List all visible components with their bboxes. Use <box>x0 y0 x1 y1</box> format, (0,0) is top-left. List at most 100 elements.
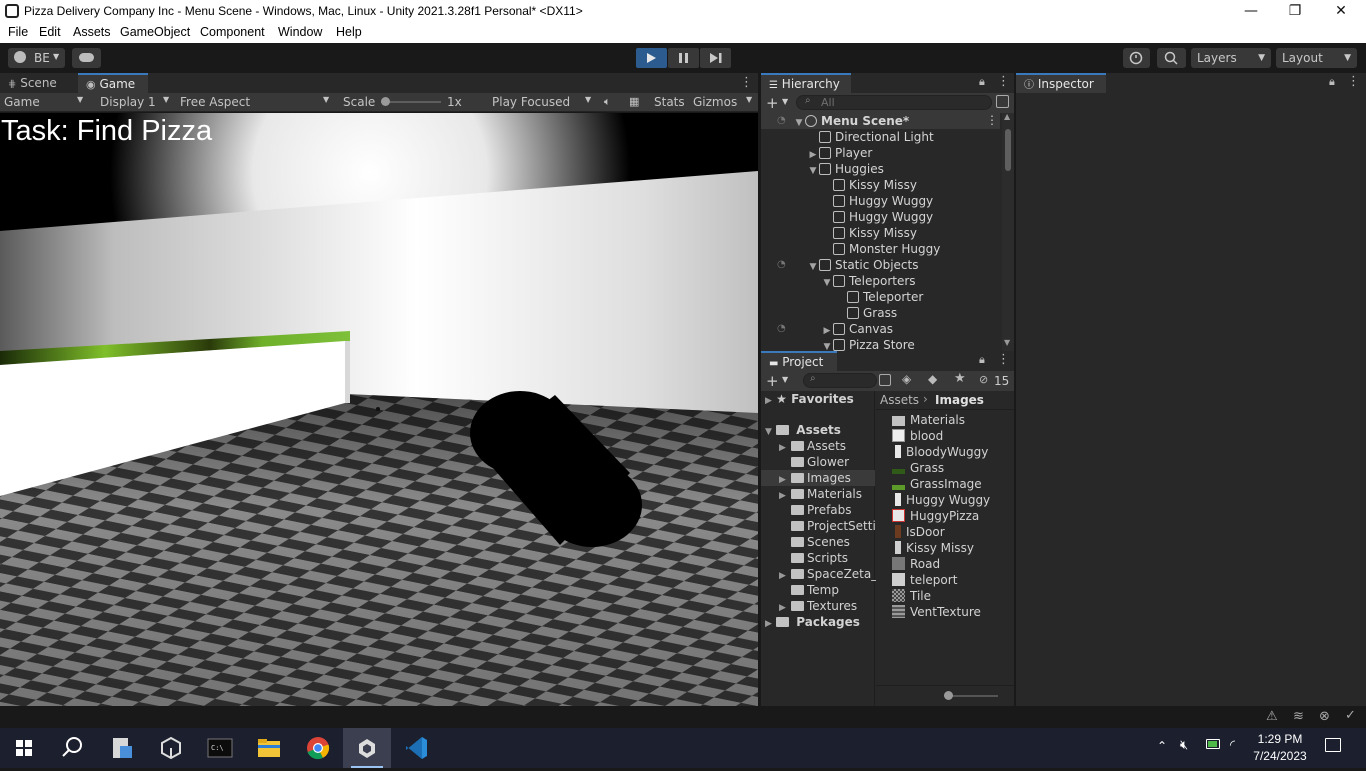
hierarchy-item[interactable]: Monster Huggy <box>821 241 940 257</box>
hierarchy-item[interactable]: ▼ Menu Scene* <box>793 113 910 131</box>
folder-item[interactable]: ▶ SpaceZeta_ <box>761 566 877 582</box>
battery-icon[interactable] <box>1206 739 1220 749</box>
hierarchy-item[interactable]: ▼ Static Objects <box>807 257 919 275</box>
hidden-packages-icon[interactable]: ⊘ <box>979 373 988 386</box>
search-by-type-icon[interactable] <box>879 374 891 386</box>
layers-stack-icon[interactable]: ≋ <box>1293 709 1304 724</box>
folder-item[interactable]: Glower <box>761 454 875 470</box>
step-button[interactable] <box>700 48 731 68</box>
filter-icon[interactable] <box>996 95 1009 108</box>
start-button[interactable] <box>0 728 48 768</box>
asset-item[interactable]: Huggy Wuggy <box>892 492 990 508</box>
tab-inspector[interactable]: ⓘ Inspector <box>1016 73 1106 93</box>
breadcrumb-assets[interactable]: Assets <box>880 393 919 407</box>
menu-window[interactable]: Window <box>278 25 322 39</box>
aspect-dropdown[interactable]: Free Aspect <box>180 95 250 109</box>
lock-icon[interactable]: 🔒︎ <box>979 75 985 89</box>
taskbar-file-app[interactable] <box>98 728 146 768</box>
tab-hierarchy[interactable]: ☰ Hierarchy <box>761 73 851 93</box>
expand-down-icon[interactable]: ▼ <box>807 163 819 179</box>
show-hidden-icons-icon[interactable]: ⌃ <box>1157 739 1167 753</box>
stats-button[interactable]: Stats <box>654 95 685 109</box>
packages-row[interactable]: ▶ Packages <box>765 614 860 630</box>
tab-project[interactable]: ▬ Project <box>761 351 837 371</box>
hierarchy-item[interactable]: Grass <box>835 305 897 321</box>
folder-item[interactable]: Scenes <box>761 534 875 550</box>
label-icon[interactable]: ◆ <box>928 372 937 386</box>
folder-item[interactable]: Temp <box>761 582 875 598</box>
check-icon[interactable]: ✓ <box>1345 708 1356 723</box>
debug-icon[interactable]: ⚠︎ <box>1266 709 1278 724</box>
asset-item[interactable]: Road <box>892 556 940 572</box>
search-button[interactable] <box>1157 48 1186 68</box>
more-options-icon[interactable]: ⋮ <box>740 75 753 90</box>
asset-item[interactable]: BloodyWuggy <box>892 444 988 460</box>
expand-down-icon[interactable]: ▼ <box>793 115 805 131</box>
more-options-icon[interactable]: ⋮ <box>997 74 1010 89</box>
asset-item[interactable]: teleport <box>892 572 957 588</box>
lock-icon[interactable]: 🔒︎ <box>1329 75 1335 89</box>
folder-item[interactable]: ▶ Images <box>761 470 875 486</box>
taskbar-vscode[interactable] <box>392 728 440 768</box>
add-icon[interactable]: + <box>766 372 779 390</box>
taskbar-time[interactable]: 1:29 PM <box>1250 732 1310 746</box>
hierarchy-item[interactable]: ▼ Huggies <box>807 161 884 177</box>
expand-down-icon[interactable]: ▼ <box>807 259 819 275</box>
add-icon[interactable]: + <box>766 94 779 112</box>
maximize-button[interactable]: ❐ <box>1272 0 1318 23</box>
expand-down-icon[interactable]: ▼ <box>821 339 833 351</box>
taskbar-search-button[interactable] <box>48 728 96 768</box>
pause-button[interactable] <box>668 48 699 68</box>
wifi-icon[interactable]: ◜ <box>1230 738 1235 753</box>
folder-item[interactable]: ▶ Materials <box>761 486 875 502</box>
asset-item[interactable]: Materials <box>892 412 965 428</box>
hierarchy-scrollbar[interactable]: ▲ ▼ <box>1002 113 1014 351</box>
menu-gameobject[interactable]: GameObject <box>120 25 190 39</box>
visibility-icon[interactable]: ◔ <box>777 259 786 270</box>
asset-item[interactable]: Grass <box>892 460 944 476</box>
layers-dropdown[interactable]: Layers ▼ <box>1191 48 1271 68</box>
hierarchy-item[interactable]: Directional Light <box>807 129 934 145</box>
menu-edit[interactable]: Edit <box>39 25 61 39</box>
close-button[interactable]: ✕ <box>1318 0 1364 23</box>
more-options-icon[interactable]: ⋮ <box>986 113 998 127</box>
icon-size-slider-handle[interactable] <box>944 691 953 700</box>
project-search-input[interactable]: ⌕ <box>803 373 877 388</box>
hierarchy-item[interactable]: Huggy Wuggy <box>821 209 933 225</box>
menu-component[interactable]: Component <box>200 25 265 39</box>
expand-down-icon[interactable]: ▼ <box>821 275 833 291</box>
breadcrumb-images[interactable]: Images <box>935 393 984 407</box>
hierarchy-item[interactable]: Kissy Missy <box>821 225 917 241</box>
menu-help[interactable]: Help <box>336 25 362 39</box>
scale-slider-track[interactable] <box>381 101 441 103</box>
more-options-icon[interactable]: ⋮ <box>1347 74 1360 89</box>
history-button[interactable] <box>1123 48 1150 68</box>
minimize-button[interactable]: — <box>1228 0 1274 23</box>
asset-item[interactable]: Tile <box>892 588 931 604</box>
filter-by-type-icon[interactable]: ◈ <box>902 372 911 386</box>
hierarchy-item[interactable]: ▶ Canvas <box>821 321 894 337</box>
folder-item[interactable]: Prefabs <box>761 502 875 518</box>
asset-item[interactable]: blood <box>892 428 943 444</box>
asset-item[interactable]: IsDoor <box>892 524 945 540</box>
audio-mute-icon[interactable]: 🔈︎ <box>604 95 611 109</box>
tab-game[interactable]: ◉ Game <box>78 73 148 93</box>
volume-muted-icon[interactable]: 🔇︎ <box>1180 738 1188 753</box>
game-mode-dropdown[interactable]: Game <box>4 95 40 109</box>
hierarchy-item[interactable]: ▼ Pizza Store <box>821 337 915 351</box>
star-icon[interactable]: ★ <box>954 371 966 386</box>
visibility-icon[interactable]: ◔ <box>777 115 786 126</box>
hierarchy-item[interactable]: Huggy Wuggy <box>821 193 933 209</box>
folder-item[interactable]: ▶ Assets <box>761 438 875 454</box>
taskbar-chrome[interactable] <box>294 728 342 768</box>
cache-icon[interactable]: ⊗ <box>1319 709 1330 724</box>
hierarchy-item[interactable]: ▼ Teleporters <box>821 273 916 289</box>
gizmos-button[interactable]: Gizmos <box>693 95 737 109</box>
display-dropdown[interactable]: Display 1 <box>100 95 156 109</box>
play-mode-dropdown[interactable]: Play Focused <box>492 95 570 109</box>
play-button[interactable] <box>636 48 667 68</box>
hierarchy-item[interactable]: Teleporter <box>835 289 923 305</box>
taskbar-unity-hub[interactable] <box>147 728 195 768</box>
favorites-row[interactable]: ▶ ★ Favorites <box>765 391 854 407</box>
account-dropdown[interactable]: BE ▼ <box>8 48 65 68</box>
